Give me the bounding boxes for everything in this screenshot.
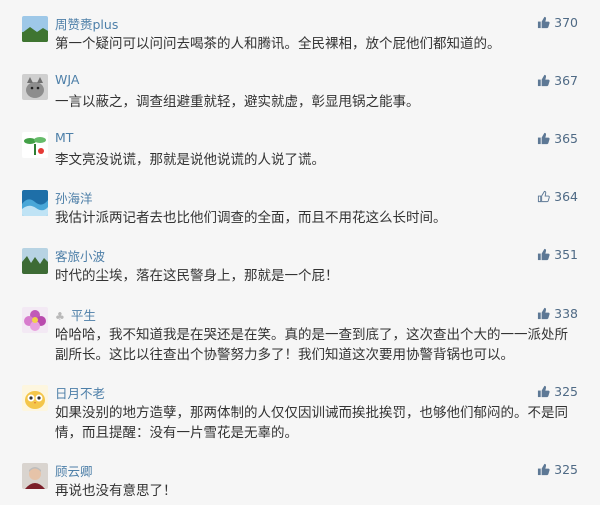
forest-avatar-icon[interactable] [22,248,48,274]
comment-username[interactable]: MT [55,130,73,145]
wave-avatar-icon[interactable] [22,190,48,216]
username-label[interactable]: 孙海洋 [55,191,93,206]
landscape-avatar-icon[interactable] [22,16,48,42]
like-button[interactable]: 370 [537,15,578,30]
comment-text: 一言以蔽之，调查组避重就轻，避实就虚，彰显甩锅之能事。 [55,94,420,110]
username-label[interactable]: 顾云卿 [55,464,93,479]
like-button[interactable]: 367 [537,73,578,88]
comment-username[interactable]: WJA [55,72,79,87]
comment-username[interactable]: ♣ 平生 [55,305,96,324]
comment-text: 时代的尘埃，落在这民警身上，那就是一个屁！ [55,268,339,284]
owl-avatar-icon[interactable] [22,385,48,411]
plant-avatar-icon[interactable] [22,132,48,158]
portrait-avatar-icon[interactable] [22,463,48,489]
comment-text: 哈哈哈，我不知道我是在哭还是在笑。真的是一查到底了，这次查出个大的一一派处所副所… [55,327,568,363]
like-count: 325 [554,384,578,399]
like-button[interactable]: 325 [537,462,578,477]
comment-username[interactable]: 周赞赉plus [55,14,118,33]
like-count: 351 [554,247,578,262]
comment-text: 再说也没有意思了！ [55,483,177,499]
comment-text: 李文亮没说谎，那就是说他说谎的人说了谎。 [55,152,325,168]
username-label[interactable]: 周赞赉plus [55,17,118,32]
thumbs-up-icon [538,307,550,320]
flower-avatar-icon[interactable] [22,307,48,333]
thumbs-up-icon [538,16,550,29]
thumbs-up-icon [538,132,550,145]
like-button[interactable]: 338 [537,306,578,321]
username-label[interactable]: MT [55,130,73,145]
username-label[interactable]: 客旅小波 [55,249,105,264]
like-count: 370 [554,15,578,30]
comment-username[interactable]: 孙海洋 [55,188,93,207]
thumbs-up-outline-icon [538,190,550,203]
like-count: 338 [554,306,578,321]
thumbs-up-icon [538,74,550,87]
comment-username[interactable]: 日月不老 [55,383,105,402]
comment-text: 如果没别的地方造孽，那两体制的人仅仅因训诫而挨批挨罚，也够他们郁闷的。不是同情，… [55,405,568,441]
like-button[interactable]: 365 [537,131,578,146]
comment-username[interactable]: 顾云卿 [55,461,93,480]
cat-avatar-icon[interactable] [22,74,48,100]
thumbs-up-icon [538,463,550,476]
comment-username[interactable]: 客旅小波 [55,246,105,265]
username-label[interactable]: WJA [55,72,79,87]
like-button[interactable]: 364 [537,189,578,204]
like-button[interactable]: 351 [537,247,578,262]
comment-text: 我估计派两记者去也比他们调查的全面，而且不用花这么长时间。 [55,210,447,226]
leaf-flag-icon: ♣ [55,310,65,323]
username-label[interactable]: 日月不老 [55,386,105,401]
like-button[interactable]: 325 [537,384,578,399]
like-count: 364 [554,189,578,204]
thumbs-up-icon [538,248,550,261]
like-count: 367 [554,73,578,88]
like-count: 365 [554,131,578,146]
comment-text: 第一个疑问可以问问去喝茶的人和腾讯。全民裸相，放个屁他们都知道的。 [55,36,501,52]
thumbs-up-icon [538,385,550,398]
like-count: 325 [554,462,578,477]
username-label[interactable]: 平生 [71,308,96,323]
